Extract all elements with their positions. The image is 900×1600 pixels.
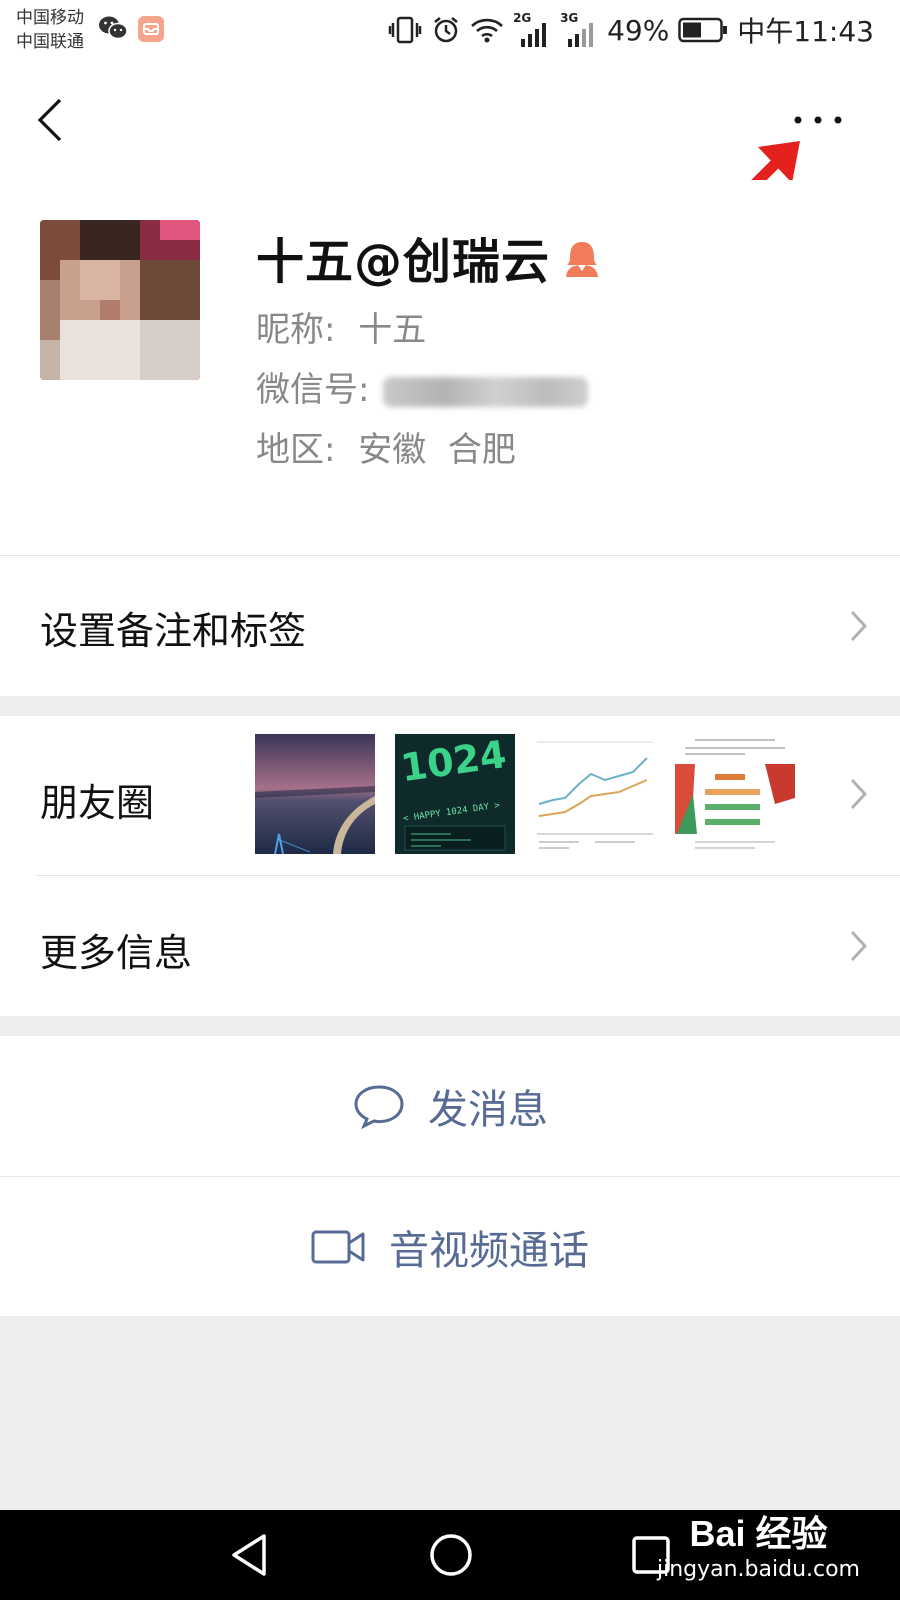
actions-section: 发消息 音视频通话 <box>0 1036 900 1316</box>
send-message-button[interactable]: 发消息 <box>0 1036 900 1176</box>
avatar[interactable] <box>40 220 200 380</box>
chevron-right-icon <box>850 610 868 642</box>
chevron-right-icon <box>850 778 868 810</box>
back-icon[interactable] <box>30 94 70 146</box>
clock: 中午11:43 <box>737 15 874 48</box>
profile-card: 十五@创瑞云 昵称: 十五 微信号: 地区: 安徽 合肥 <box>0 180 900 555</box>
wechat-id-blurred <box>383 376 589 407</box>
wifi-icon <box>471 18 503 43</box>
battery-icon <box>678 17 728 43</box>
moments-section: 朋友圈 1024 < HAPPY 1024 DAY > 更多信息 <box>0 716 900 1016</box>
region-value: 安徽 合肥 <box>358 430 516 470</box>
more-info-row[interactable]: 更多信息 <box>0 876 900 1016</box>
more-info-label: 更多信息 <box>40 931 193 975</box>
vibrate-icon <box>388 16 422 44</box>
moments-photo-4[interactable] <box>675 734 795 854</box>
status-icons: 2G 3G 49% 中午11:43 <box>388 8 874 52</box>
mail-app-icon <box>138 16 164 42</box>
battery-percent: 49% <box>607 13 670 47</box>
signal-3g-icon: 3G <box>560 11 598 47</box>
more-options-icon[interactable] <box>788 108 848 132</box>
carrier-labels: 中国移动 中国联通 <box>16 6 84 54</box>
alarm-icon <box>434 17 458 43</box>
nav-back-icon[interactable] <box>228 1532 272 1578</box>
send-message-label: 发消息 <box>428 1087 548 1133</box>
watermark-brand: Bai 经验 <box>689 1513 828 1554</box>
wechat-id-label: 微信号: <box>256 370 370 410</box>
nickname-value: 十五 <box>358 310 427 350</box>
name-row: 十五@创瑞云 <box>256 222 600 292</box>
moments-row[interactable]: 朋友圈 1024 < HAPPY 1024 DAY > <box>0 716 900 874</box>
remarks-tags-row[interactable]: 设置备注和标签 <box>0 556 900 696</box>
chat-bubble-icon <box>354 1085 404 1129</box>
av-call-button[interactable]: 音视频通话 <box>0 1177 900 1316</box>
divider <box>0 555 900 556</box>
region-row: 地区: 安徽 合肥 <box>256 422 516 471</box>
watermark-url: jingyan.baidu.com <box>656 1557 860 1582</box>
carrier-1: 中国移动 <box>16 8 84 28</box>
baidu-jingyan-watermark: Bai 经验 jingyan.baidu.com <box>657 1505 860 1582</box>
wechat-id-row: 微信号: <box>256 362 589 411</box>
nickname-row: 昵称: 十五 <box>256 302 426 351</box>
av-call-label: 音视频通话 <box>389 1227 589 1274</box>
moments-label: 朋友圈 <box>40 781 155 825</box>
moments-photo-3[interactable] <box>535 734 655 854</box>
moments-photo-2[interactable]: 1024 < HAPPY 1024 DAY > <box>395 734 515 854</box>
moments-photo-1[interactable] <box>255 734 375 854</box>
wechat-icon <box>99 16 128 40</box>
nickname-label: 昵称: <box>256 310 336 350</box>
remarks-tags-label: 设置备注和标签 <box>40 609 307 653</box>
region-label: 地区: <box>256 430 336 470</box>
video-camera-icon <box>311 1230 365 1263</box>
status-bar: 中国移动 中国联通 2G 3G 49% 中午11:43 <box>0 0 900 60</box>
chevron-right-icon <box>850 930 868 962</box>
carrier-2: 中国联通 <box>16 32 84 52</box>
female-icon <box>566 242 599 277</box>
nav-home-icon[interactable] <box>428 1532 474 1578</box>
display-name: 十五@创瑞云 <box>256 234 551 290</box>
signal-2g-icon: 2G <box>513 11 551 47</box>
